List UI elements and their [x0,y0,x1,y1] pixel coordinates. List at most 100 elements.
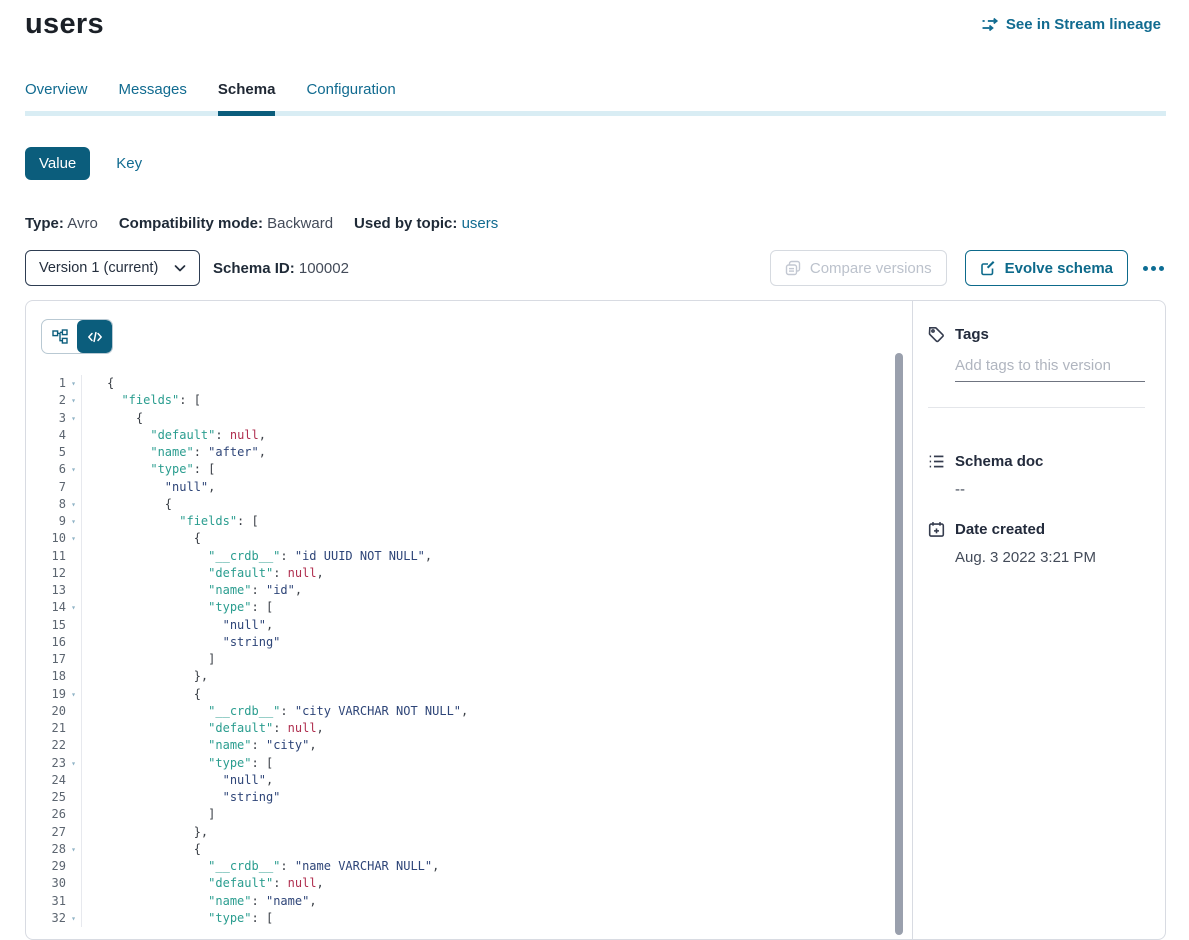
code-text: "type": [ [81,461,898,478]
code-line: 11 "__crdb__": "id UUID NOT NULL", [26,548,898,565]
evolve-schema-button[interactable]: Evolve schema [965,250,1128,286]
fold-toggle-icon[interactable]: ▾ [66,461,81,478]
sidebar-divider [928,407,1145,408]
line-number: 25 [26,789,66,806]
topic-meta: Used by topic: users [354,215,498,232]
schema-panel: 1▾{2▾ "fields": [3▾ {4 "default": null,5… [25,300,1166,940]
list-icon [928,453,945,470]
code-line: 15 "null", [26,617,898,634]
schema-doc-value: -- [955,481,1145,498]
code-line: 18 }, [26,668,898,685]
line-number: 23 [26,755,66,772]
line-number: 24 [26,772,66,789]
edit-icon [980,260,996,276]
fold-toggle-icon[interactable]: ▾ [66,392,81,409]
tree-view-button[interactable] [42,320,77,353]
tab-overview[interactable]: Overview [25,81,88,111]
stream-lineage-link[interactable]: See in Stream lineage [982,16,1161,33]
tab-messages[interactable]: Messages [119,81,187,111]
code-line: 4 "default": null, [26,427,898,444]
tab-schema[interactable]: Schema [218,81,276,111]
fold-toggle-icon[interactable]: ▾ [66,910,81,927]
code-line: 30 "default": null, [26,875,898,892]
key-tab-button[interactable]: Key [116,155,142,172]
fold-toggle-icon[interactable]: ▾ [66,599,81,616]
code-text: "default": null, [81,565,898,582]
line-number: 19 [26,686,66,703]
fold-toggle-icon[interactable]: ▾ [66,375,81,392]
code-line: 24 "null", [26,772,898,789]
type-label: Type: [25,215,64,232]
fold-toggle-icon[interactable]: ▾ [66,530,81,547]
tab-configuration[interactable]: Configuration [306,81,395,111]
code-text: }, [81,824,898,841]
code-text: "__crdb__": "city VARCHAR NOT NULL", [81,703,898,720]
value-tab-button[interactable]: Value [25,147,90,180]
line-number: 1 [26,375,66,392]
tags-input[interactable] [955,355,1145,382]
code-text: "type": [ [81,755,898,772]
code-line: 8▾ { [26,496,898,513]
line-number: 8 [26,496,66,513]
editor-scrollbar[interactable] [895,353,903,935]
fold-toggle-icon[interactable]: ▾ [66,686,81,703]
compatibility-label: Compatibility mode: [119,215,263,232]
schema-doc-section: Schema doc -- [928,453,1145,498]
code-text: "name": "city", [81,737,898,754]
code-line: 2▾ "fields": [ [26,392,898,409]
fold-toggle-icon[interactable]: ▾ [66,410,81,427]
code-text: { [81,410,898,427]
ellipsis-icon [1143,266,1148,271]
line-number: 15 [26,617,66,634]
code-line: 23▾ "type": [ [26,755,898,772]
fold-toggle-icon[interactable]: ▾ [66,496,81,513]
code-text: "string" [81,789,898,806]
more-options-button[interactable] [1141,260,1166,277]
code-view-button[interactable] [77,320,112,353]
code-text: "default": null, [81,427,898,444]
tab-bar: Overview Messages Schema Configuration [25,81,1166,116]
compare-versions-icon [785,260,801,276]
line-number: 27 [26,824,66,841]
schema-doc-heading: Schema doc [955,453,1043,470]
fold-toggle-icon[interactable]: ▾ [66,755,81,772]
version-select[interactable]: Version 1 (current) [25,250,200,286]
compare-versions-label: Compare versions [810,260,932,277]
code-text: "string" [81,634,898,651]
code-text: "null", [81,772,898,789]
code-text: "name": "after", [81,444,898,461]
code-line: 5 "name": "after", [26,444,898,461]
fold-toggle-icon[interactable]: ▾ [66,841,81,858]
code-line: 26 ] [26,806,898,823]
code-line: 27 }, [26,824,898,841]
line-number: 7 [26,479,66,496]
page-header: users See in Stream lineage [0,0,1189,41]
code-text: { [81,375,898,392]
line-number: 11 [26,548,66,565]
code-text: ] [81,651,898,668]
stream-lineage-icon [982,16,999,33]
code-line: 13 "name": "id", [26,582,898,599]
line-number: 6 [26,461,66,478]
code-line: 10▾ { [26,530,898,547]
compatibility-value: Backward [267,215,333,232]
code-line: 21 "default": null, [26,720,898,737]
tags-heading: Tags [955,326,989,343]
line-number: 22 [26,737,66,754]
type-value: Avro [67,215,98,232]
compare-versions-button[interactable]: Compare versions [770,250,947,286]
schema-sidebar: Tags Schema doc -- [913,301,1165,939]
code-text: "fields": [ [81,513,898,530]
line-number: 9 [26,513,66,530]
evolve-schema-label: Evolve schema [1005,260,1113,277]
code-text: "fields": [ [81,392,898,409]
line-number: 10 [26,530,66,547]
topic-link[interactable]: users [462,215,499,232]
line-number: 12 [26,565,66,582]
code-line: 7 "null", [26,479,898,496]
schema-code-pane: 1▾{2▾ "fields": [3▾ {4 "default": null,5… [26,301,913,939]
code-line: 6▾ "type": [ [26,461,898,478]
fold-toggle-icon[interactable]: ▾ [66,513,81,530]
line-number: 26 [26,806,66,823]
code-text: { [81,686,898,703]
